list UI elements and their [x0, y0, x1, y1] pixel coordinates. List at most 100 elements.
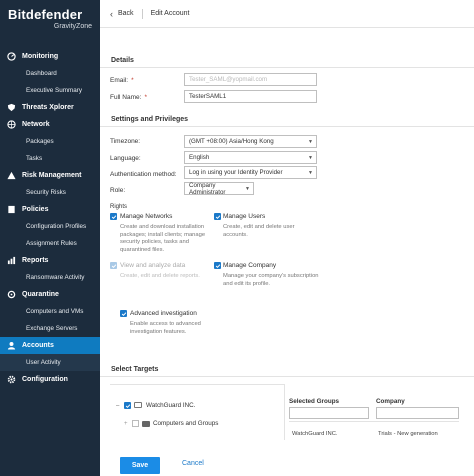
nav-configuration[interactable]: Configuration [0, 371, 100, 388]
back-label: Back [118, 10, 134, 17]
timezone-select[interactable]: (GMT +08:00) Asia/Hong Kong ▼ [184, 135, 317, 148]
nav-monitoring[interactable]: Monitoring [0, 48, 100, 65]
manage-company-label: Manage Company [223, 262, 277, 269]
nav-accounts[interactable]: Accounts [0, 337, 100, 354]
nav-accounts-label: Accounts [22, 342, 54, 349]
reports-icon [7, 256, 16, 265]
language-select[interactable]: English ▼ [184, 151, 317, 164]
nav-network-label: Network [22, 121, 50, 128]
chevron-down-icon: ▼ [308, 170, 313, 176]
check-icon [125, 403, 130, 408]
collapse-icon[interactable]: – [116, 403, 119, 409]
rights-label: Rights [110, 204, 128, 210]
nav-threats-xplorer[interactable]: Threats Xplorer [0, 99, 100, 116]
nav-ransomware-activity[interactable]: Ransomware Activity [0, 269, 100, 286]
sidebar: Bitdefender GravityZone Monitoring Dashb… [0, 0, 100, 476]
user-icon [7, 341, 16, 350]
manage-company-checkbox[interactable] [214, 262, 221, 269]
nav-reports[interactable]: Reports [0, 252, 100, 269]
company-header: Company [376, 398, 405, 405]
email-label: Email: * [110, 77, 134, 84]
manage-company-desc: Manage your company's subscription and e… [223, 273, 319, 287]
language-label: Language: [110, 155, 141, 162]
manage-users-label: Manage Users [223, 213, 266, 220]
divider [284, 384, 285, 440]
chevron-left-icon: ‹ [110, 8, 113, 19]
nav-quarantine[interactable]: Quarantine [0, 286, 100, 303]
target-tree: – WatchGuard INC. + Computers and Groups [110, 384, 284, 440]
breadcrumb: Edit Account [150, 10, 190, 17]
advanced-investigation-label: Advanced investigation [130, 310, 197, 317]
nav-computers-and-vms[interactable]: Computers and VMs [0, 303, 100, 320]
view-analyze-checkbox [110, 262, 117, 269]
chevron-down-icon: ▼ [245, 186, 250, 192]
check-icon [215, 263, 220, 268]
company-filter[interactable] [376, 407, 459, 419]
view-analyze-desc: Create, edit and delete reports. [120, 273, 200, 279]
shield-icon [7, 103, 16, 112]
nav-menu: Monitoring Dashboard Executive Summary T… [0, 48, 100, 388]
save-button[interactable]: Save [120, 457, 160, 474]
role-label: Role: [110, 187, 126, 194]
details-title: Details [100, 54, 474, 68]
nav-exchange-servers[interactable]: Exchange Servers [0, 320, 100, 337]
manage-users-desc: Create, edit and delete user accounts. [223, 224, 295, 238]
nav-policies-label: Policies [22, 206, 49, 213]
brand-name: Bitdefender [8, 7, 83, 22]
chevron-down-icon: ▼ [308, 139, 313, 145]
nav-user-activity[interactable]: User Activity [0, 354, 100, 371]
table-divider [289, 421, 459, 422]
expand-icon[interactable]: + [124, 421, 128, 427]
cancel-button[interactable]: Cancel [182, 460, 204, 467]
manage-networks-checkbox[interactable] [110, 213, 117, 220]
tree-child-label[interactable]: Computers and Groups [153, 420, 218, 427]
quarantine-icon [7, 290, 16, 299]
policies-icon [7, 205, 16, 214]
role-select[interactable]: Company Administrator ▼ [184, 182, 254, 196]
nav-tasks[interactable]: Tasks [0, 150, 100, 167]
nav-monitoring-label: Monitoring [22, 53, 59, 60]
fullname-field[interactable]: TesterSAML1 [184, 90, 317, 103]
advanced-investigation-checkbox[interactable] [120, 310, 127, 317]
nav-configuration-profiles[interactable]: Configuration Profiles [0, 218, 100, 235]
manage-users-checkbox[interactable] [214, 213, 221, 220]
nav-risk-management[interactable]: Risk Management [0, 167, 100, 184]
email-field[interactable]: Tester_SAML@yopmail.com [184, 73, 317, 86]
row-company-cell: Trials - New generation [378, 431, 438, 437]
nav-configuration-label: Configuration [22, 376, 68, 383]
gear-icon [7, 375, 16, 384]
check-icon [121, 311, 126, 316]
check-icon [215, 214, 220, 219]
nav-assignment-rules[interactable]: Assignment Rules [0, 235, 100, 252]
selected-groups-filter[interactable] [289, 407, 369, 419]
selected-groups-header: Selected Groups [289, 398, 340, 405]
chevron-down-icon: ▼ [308, 155, 313, 161]
back-button[interactable]: ‹ Back [110, 8, 143, 19]
fullname-label: Full Name: * [110, 94, 147, 101]
folder-icon [142, 421, 150, 427]
manage-networks-desc: Create and download installation package… [120, 224, 206, 253]
row-group-cell: WatchGuard INC. [292, 431, 338, 437]
nav-policies[interactable]: Policies [0, 201, 100, 218]
tree-child-checkbox[interactable] [132, 420, 139, 427]
monitor-icon [7, 52, 16, 61]
tree-root-checkbox[interactable] [124, 402, 131, 409]
targets-title: Select Targets [100, 363, 474, 377]
nav-risk-management-label: Risk Management [22, 172, 82, 179]
nav-executive-summary[interactable]: Executive Summary [0, 82, 100, 99]
tree-root-label[interactable]: WatchGuard INC. [146, 402, 195, 409]
nav-packages[interactable]: Packages [0, 133, 100, 150]
nav-security-risks[interactable]: Security Risks [0, 184, 100, 201]
nav-network[interactable]: Network [0, 116, 100, 133]
topbar: ‹ Back Edit Account [100, 0, 474, 28]
check-icon [111, 214, 116, 219]
nav-reports-label: Reports [22, 257, 49, 264]
nav-dashboard[interactable]: Dashboard [0, 65, 100, 82]
warning-icon [7, 171, 16, 180]
settings-title: Settings and Privileges [100, 113, 474, 127]
network-icon [7, 120, 16, 129]
auth-method-select[interactable]: Log in using your Identity Provider ▼ [184, 166, 317, 179]
brand-logo: Bitdefender GravityZone [0, 0, 100, 40]
main-content: ‹ Back Edit Account Details Email: * Test… [100, 0, 474, 476]
manage-networks-label: Manage Networks [120, 213, 173, 220]
